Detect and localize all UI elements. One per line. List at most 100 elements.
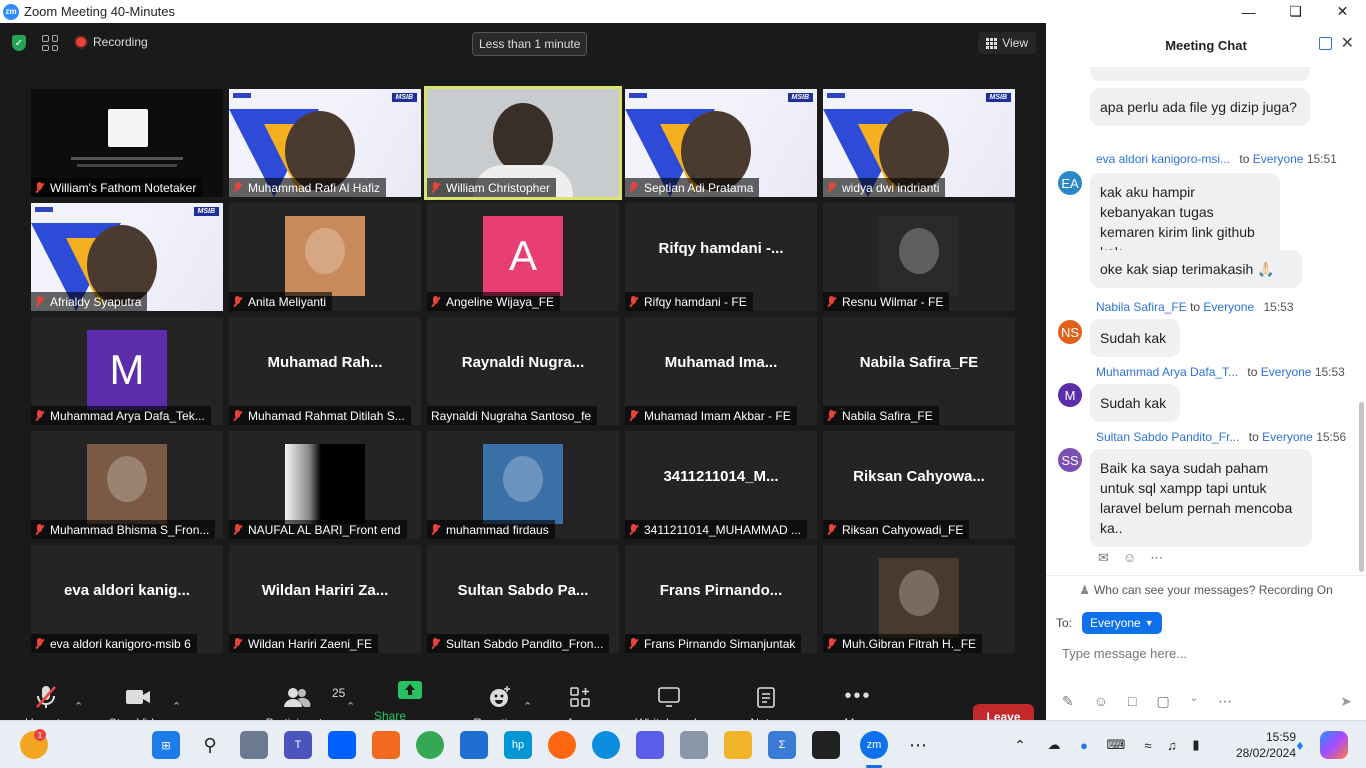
participant-tile[interactable]: Rifqy hamdani -... Rifqy hamdani - FE: [625, 203, 817, 311]
screenshot-icon[interactable]: ▢: [1157, 693, 1170, 710]
teams-icon[interactable]: T: [284, 731, 312, 759]
search-icon[interactable]: ⚲: [196, 731, 224, 759]
participant-tile[interactable]: Wildan Hariri Za... Wildan Hariri Zaeni_F…: [229, 545, 421, 653]
message-bubble[interactable]: oke kak siap terimakasih 🙏🏻: [1090, 250, 1302, 288]
chat-title: Meeting Chat: [1165, 37, 1247, 53]
participant-tile[interactable]: A Angeline Wijaya_FE: [427, 203, 619, 311]
security-shield-icon[interactable]: ✓: [12, 35, 26, 51]
participant-tile[interactable]: Nabila Safira_FE Nabila Safira_FE: [823, 317, 1015, 425]
recipient-selector: To: Everyone ▼: [1056, 612, 1162, 634]
meeting-info-grid-icon[interactable]: [42, 35, 58, 51]
video-options-chevron-icon[interactable]: ⌃: [172, 700, 181, 713]
recipient-dropdown[interactable]: Everyone ▼: [1082, 612, 1162, 634]
participant-tile[interactable]: Sultan Sabdo Pa... Sultan Sabdo Pandito_F…: [427, 545, 619, 653]
chat-scrollbar[interactable]: [1359, 67, 1364, 572]
message-bubble[interactable]: Sudah kak: [1090, 384, 1180, 422]
muted-mic-icon: [233, 181, 242, 194]
sender-name[interactable]: Muhammad Arya Dafa_T...: [1096, 365, 1238, 379]
send-icon[interactable]: ➤: [1340, 693, 1352, 710]
participant-tile[interactable]: NAUFAL AL BARI_Front end: [229, 431, 421, 539]
more-options-icon[interactable]: ⋯: [1150, 550, 1163, 566]
sender-name[interactable]: Nabila Safira_FE: [1096, 300, 1187, 314]
participant-tile[interactable]: William's Fathom Notetaker: [31, 89, 223, 197]
keyboard-icon[interactable]: ⌨: [1102, 731, 1130, 759]
participant-tile[interactable]: Riksan Cahyowa... Riksan Cahyowadi_FE: [823, 431, 1015, 539]
file-icon[interactable]: □: [1128, 693, 1136, 710]
view-button[interactable]: View: [978, 32, 1036, 54]
participant-tile[interactable]: Resnu Wilmar - FE: [823, 203, 1015, 311]
participant-tile[interactable]: eva aldori kanig... eva aldori kanigoro-m…: [31, 545, 223, 653]
close-icon[interactable]: ✕: [1319, 0, 1366, 23]
myhp-icon[interactable]: hp: [504, 731, 532, 759]
firefox-icon[interactable]: [548, 731, 576, 759]
message-bubble[interactable]: apa perlu ada file yg dizip juga?: [1090, 88, 1310, 126]
participant-tile[interactable]: Raynaldi Nugra... Raynaldi Nugraha Santos…: [427, 317, 619, 425]
chat-header: Meeting Chat ✕: [1046, 23, 1366, 67]
close-chat-icon[interactable]: ✕: [1341, 33, 1354, 53]
zoom-taskbar-icon[interactable]: zm: [860, 731, 888, 759]
participant-tile[interactable]: William Christopher: [424, 86, 622, 200]
message-bubble[interactable]: Baik ka saya sudah paham untuk sql xampp…: [1090, 449, 1312, 547]
chat-message-input[interactable]: Type message here...: [1062, 646, 1352, 661]
participant-tile[interactable]: Muh.Gibran Fitrah H._FE: [823, 545, 1015, 653]
recording-indicator[interactable]: Recording: [76, 35, 148, 49]
participant-tile[interactable]: MSIB Muhammad Rafi Al Hafiz: [229, 89, 421, 197]
battery-icon[interactable]: ▮: [1182, 731, 1210, 759]
mail-icon[interactable]: [460, 731, 488, 759]
copilot-app-icon[interactable]: [636, 731, 664, 759]
participant-name-label: Wildan Hariri Zaeni_FE: [229, 634, 379, 653]
participant-tile[interactable]: 3411211014_M... 3411211014_MUHAMMAD ...: [625, 431, 817, 539]
emoji-icon[interactable]: ☺: [1094, 693, 1108, 710]
participant-name-label: Riksan Cahyowadi_FE: [823, 520, 970, 539]
sender-name[interactable]: eva aldori kanigoro-msi...: [1096, 152, 1230, 166]
xampp-icon[interactable]: [372, 731, 400, 759]
task-view-icon[interactable]: [240, 731, 268, 759]
format-text-icon[interactable]: ✎: [1062, 693, 1074, 710]
restore-icon[interactable]: ❏: [1272, 0, 1319, 23]
copilot-icon[interactable]: [1320, 731, 1348, 759]
terminal-icon[interactable]: [812, 731, 840, 759]
message-bubble[interactable]: Sudah kak: [1090, 319, 1180, 357]
participant-tile[interactable]: MSIB Afrialdy Syaputra: [31, 203, 223, 311]
sender-name[interactable]: Sultan Sabdo Pandito_Fr...: [1096, 430, 1239, 444]
message-visibility-notice[interactable]: ♟ Who can see your messages? Recording O…: [1046, 575, 1366, 603]
participants-options-chevron-icon[interactable]: ⌃: [346, 700, 355, 713]
participant-tile[interactable]: Muhammad Bhisma S_Fron...: [31, 431, 223, 539]
edge-icon[interactable]: [592, 731, 620, 759]
participant-tile[interactable]: Muhamad Ima... Muhamad Imam Akbar - FE: [625, 317, 817, 425]
participant-tile[interactable]: Anita Meliyanti: [229, 203, 421, 311]
popout-icon[interactable]: [1319, 37, 1332, 50]
participant-tile[interactable]: muhammad firdaus: [427, 431, 619, 539]
more-dots-icon: •••: [844, 685, 872, 707]
dropbox-icon[interactable]: [328, 731, 356, 759]
participant-tile[interactable]: MSIB Septian Adi Pratama: [625, 89, 817, 197]
participant-name-label: NAUFAL AL BARI_Front end: [229, 520, 407, 539]
chrome-icon[interactable]: [416, 731, 444, 759]
audio-options-chevron-icon[interactable]: ⌃: [74, 700, 83, 713]
calculator-icon[interactable]: Σ: [768, 731, 796, 759]
more-options-icon[interactable]: ⋯: [1218, 693, 1232, 710]
chevron-up-icon[interactable]: ⌃: [1006, 731, 1034, 759]
notification-bell-icon[interactable]: ♦: [1286, 731, 1314, 759]
meeting-top-bar: ✓ Recording Less than 1 minute View: [0, 23, 1046, 63]
file-explorer-icon[interactable]: [724, 731, 752, 759]
participant-tile[interactable]: MSIB widya dwi indrianti: [823, 89, 1015, 197]
add-reaction-icon[interactable]: ☺: [1123, 550, 1136, 566]
muted-mic-icon: [827, 295, 836, 308]
window-title-bar: zm Zoom Meeting 40-Minutes — ❏ ✕: [0, 0, 1366, 23]
participant-tile[interactable]: Frans Pirnando... Frans Pirnando Simanjun…: [625, 545, 817, 653]
cloud-icon[interactable]: ☁: [1040, 731, 1068, 759]
chevron-down-icon[interactable]: ⌄: [1190, 693, 1198, 710]
meeting-chat-panel: Meeting Chat ✕ apa perlu ada file yg diz…: [1046, 23, 1366, 720]
windows-start-icon[interactable]: ⊞: [152, 731, 180, 759]
muted-mic-icon: [233, 295, 242, 308]
robot-app-icon[interactable]: [680, 731, 708, 759]
participant-tile[interactable]: Muhamad Rah... Muhamad Rahmat Ditilah S..…: [229, 317, 421, 425]
microphone-icon[interactable]: ●: [1070, 731, 1098, 759]
reactions-options-chevron-icon[interactable]: ⌃: [523, 700, 532, 713]
participant-tile[interactable]: M Muhammad Arya Dafa_Tek...: [31, 317, 223, 425]
reply-icon[interactable]: ✉: [1098, 550, 1109, 566]
muted-mic-icon: [827, 523, 836, 536]
minimize-icon[interactable]: —: [1225, 0, 1272, 23]
more-apps-icon[interactable]: ⋯: [904, 731, 932, 759]
